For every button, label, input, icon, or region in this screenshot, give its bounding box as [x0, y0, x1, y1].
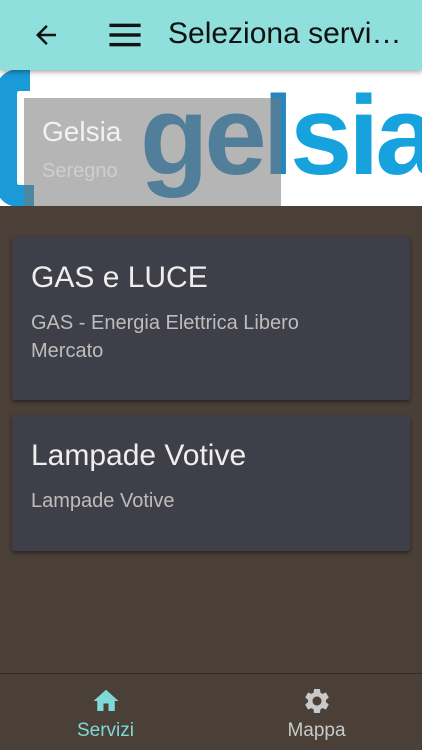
- provider-banner: gel sia Gelsia Seregno: [0, 70, 422, 206]
- app-screen: Seleziona servizio gel sia Gelsia Seregn…: [0, 0, 422, 750]
- provider-city: Seregno: [42, 160, 118, 182]
- service-title: GAS e LUCE: [31, 261, 208, 294]
- home-icon: [93, 689, 118, 711]
- top-app-bar: Seleziona servizio: [0, 0, 422, 70]
- nav-label-servizi: Servizi: [76, 720, 134, 741]
- service-title: Lampade Votive: [31, 439, 247, 472]
- gear-icon: [304, 689, 329, 713]
- svg-text:sia: sia: [290, 73, 422, 198]
- arrow-left-icon: [36, 25, 56, 45]
- service-card-lampade-votive[interactable]: Lampade Votive Lampade Votive: [12, 415, 410, 551]
- service-subtitle: Lampade Votive: [31, 490, 175, 512]
- nav-item-servizi[interactable]: Servizi: [0, 674, 211, 750]
- service-subtitle: GAS - Energia Elettrica Libero Mercato: [31, 312, 299, 362]
- back-button[interactable]: [28, 17, 64, 53]
- nav-label-mappa: Mappa: [287, 720, 346, 741]
- page-title: Seleziona servizio: [168, 17, 404, 50]
- menu-button[interactable]: [106, 17, 144, 53]
- service-card-gas-luce[interactable]: GAS e LUCE GAS - Energia Elettrica Liber…: [12, 237, 410, 400]
- banner-overlay: [24, 98, 281, 206]
- nav-item-mappa[interactable]: Mappa: [211, 674, 422, 750]
- hamburger-menu-icon: [109, 23, 141, 47]
- bottom-navigation: Servizi Mappa: [0, 673, 422, 750]
- provider-name: Gelsia: [42, 116, 122, 147]
